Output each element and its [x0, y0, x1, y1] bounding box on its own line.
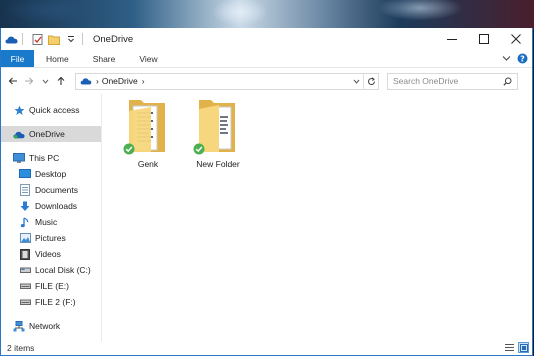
sidebar-item-downloads[interactable]: Downloads [1, 198, 101, 214]
svg-text:?: ? [520, 54, 525, 63]
sidebar-item-local-disk-c[interactable]: Local Disk (C:) [1, 262, 101, 278]
sidebar-item-label: Documents [35, 185, 78, 195]
sidebar-item-label: FILE 2 (F:) [35, 297, 76, 307]
forward-button[interactable] [21, 73, 37, 89]
tab-share[interactable]: Share [81, 50, 128, 67]
folder-name: New Folder [196, 159, 240, 169]
folder-name: Genk [137, 159, 159, 169]
item-count: 2 items [7, 343, 35, 353]
customize-toolbar-icon[interactable] [64, 32, 78, 46]
tab-home[interactable]: Home [34, 50, 81, 67]
back-button[interactable] [5, 73, 21, 89]
address-bar-controls [349, 73, 378, 89]
content-area: Quick access OneDrive This PC Desktop Do… [1, 94, 533, 342]
sync-status-check-icon [123, 143, 135, 157]
videos-icon [19, 248, 31, 260]
sidebar-item-label: Downloads [35, 201, 78, 211]
sidebar-item-pictures[interactable]: Pictures [1, 230, 101, 246]
pictures-icon [19, 232, 31, 244]
sidebar-item-desktop[interactable]: Desktop [1, 166, 101, 182]
desktop-wallpaper [0, 0, 534, 30]
sidebar-item-label: FILE (E:) [35, 281, 70, 291]
title-separator [22, 33, 23, 45]
view-switcher [504, 342, 529, 353]
tab-view[interactable]: View [127, 50, 169, 67]
star-icon [13, 104, 25, 116]
sidebar-item-network[interactable]: Network [1, 318, 101, 334]
ribbon-right-controls: ? [502, 51, 528, 67]
refresh-icon[interactable] [363, 73, 378, 89]
title-bar: OneDrive [1, 28, 532, 50]
new-folder-icon[interactable] [47, 32, 61, 46]
sidebar-item-label: This PC [29, 153, 60, 163]
computer-icon [13, 152, 25, 164]
navigation-pane: Quick access OneDrive This PC Desktop Do… [1, 94, 102, 342]
sync-status-check-icon [193, 143, 205, 157]
properties-icon[interactable] [30, 32, 44, 46]
large-icons-view-icon[interactable] [518, 342, 529, 353]
sidebar-item-quick-access[interactable]: Quick access [1, 102, 101, 118]
sidebar-item-label: Videos [35, 249, 61, 259]
file-list-pane[interactable]: Genk New Folder [102, 94, 533, 342]
sidebar-item-music[interactable]: Music [1, 214, 101, 230]
onedrive-cloud-icon [80, 77, 92, 85]
sidebar-item-label: Network [29, 321, 61, 331]
sidebar-item-label: Local Disk (C:) [35, 265, 91, 275]
window-controls [436, 28, 532, 50]
up-button[interactable] [53, 73, 69, 89]
sidebar-item-videos[interactable]: Videos [1, 246, 101, 262]
search-icon[interactable] [503, 77, 512, 88]
breadcrumb-separator-icon[interactable]: › [142, 76, 145, 86]
onedrive-cloud-icon [13, 128, 25, 140]
folder-item[interactable]: Genk [113, 97, 183, 169]
tab-file[interactable]: File [1, 50, 34, 67]
ribbon-tabs: File Home Share View ? [1, 50, 532, 68]
documents-icon [19, 184, 31, 196]
address-dropdown-icon[interactable] [349, 79, 363, 84]
sidebar-item-label: Quick access [29, 105, 80, 115]
sidebar-item-this-pc[interactable]: This PC [1, 150, 101, 166]
close-button[interactable] [500, 28, 532, 50]
sidebar-item-file-2-f[interactable]: FILE 2 (F:) [1, 294, 101, 310]
sidebar-item-label: Music [35, 217, 58, 227]
expand-ribbon-icon[interactable] [502, 54, 511, 64]
search-input[interactable] [393, 76, 503, 86]
downloads-icon [19, 200, 31, 212]
sidebar-item-label: Pictures [35, 233, 66, 243]
window-title: OneDrive [93, 33, 134, 45]
minimize-button[interactable] [436, 28, 468, 50]
navigation-bar: › OneDrive › [1, 68, 532, 94]
sidebar-item-onedrive[interactable]: OneDrive [1, 126, 101, 142]
recent-locations-button[interactable] [37, 73, 53, 89]
search-box[interactable] [387, 72, 518, 90]
help-icon[interactable]: ? [517, 53, 528, 66]
breadcrumb-onedrive[interactable]: OneDrive [102, 76, 138, 86]
desktop-icon [19, 168, 31, 180]
music-icon [19, 216, 31, 228]
details-view-icon[interactable] [504, 342, 515, 353]
maximize-button[interactable] [468, 28, 500, 50]
network-icon [13, 320, 25, 332]
onedrive-cloud-icon [4, 32, 18, 46]
drive-icon [19, 264, 31, 276]
address-bar[interactable]: › OneDrive › [75, 72, 379, 90]
sidebar-item-file-e[interactable]: FILE (E:) [1, 278, 101, 294]
sidebar-item-label: Desktop [35, 169, 67, 179]
folder-item[interactable]: New Folder [183, 97, 253, 169]
sidebar-item-label: OneDrive [29, 129, 65, 139]
status-bar: 2 items [1, 341, 533, 355]
breadcrumb-separator-icon[interactable]: › [96, 76, 99, 86]
sidebar-item-documents[interactable]: Documents [1, 182, 101, 198]
drive-icon [19, 296, 31, 308]
title-separator [82, 33, 83, 45]
file-explorer-window: OneDrive File Home Share View ? › OneDri… [0, 28, 533, 356]
drive-icon [19, 280, 31, 292]
